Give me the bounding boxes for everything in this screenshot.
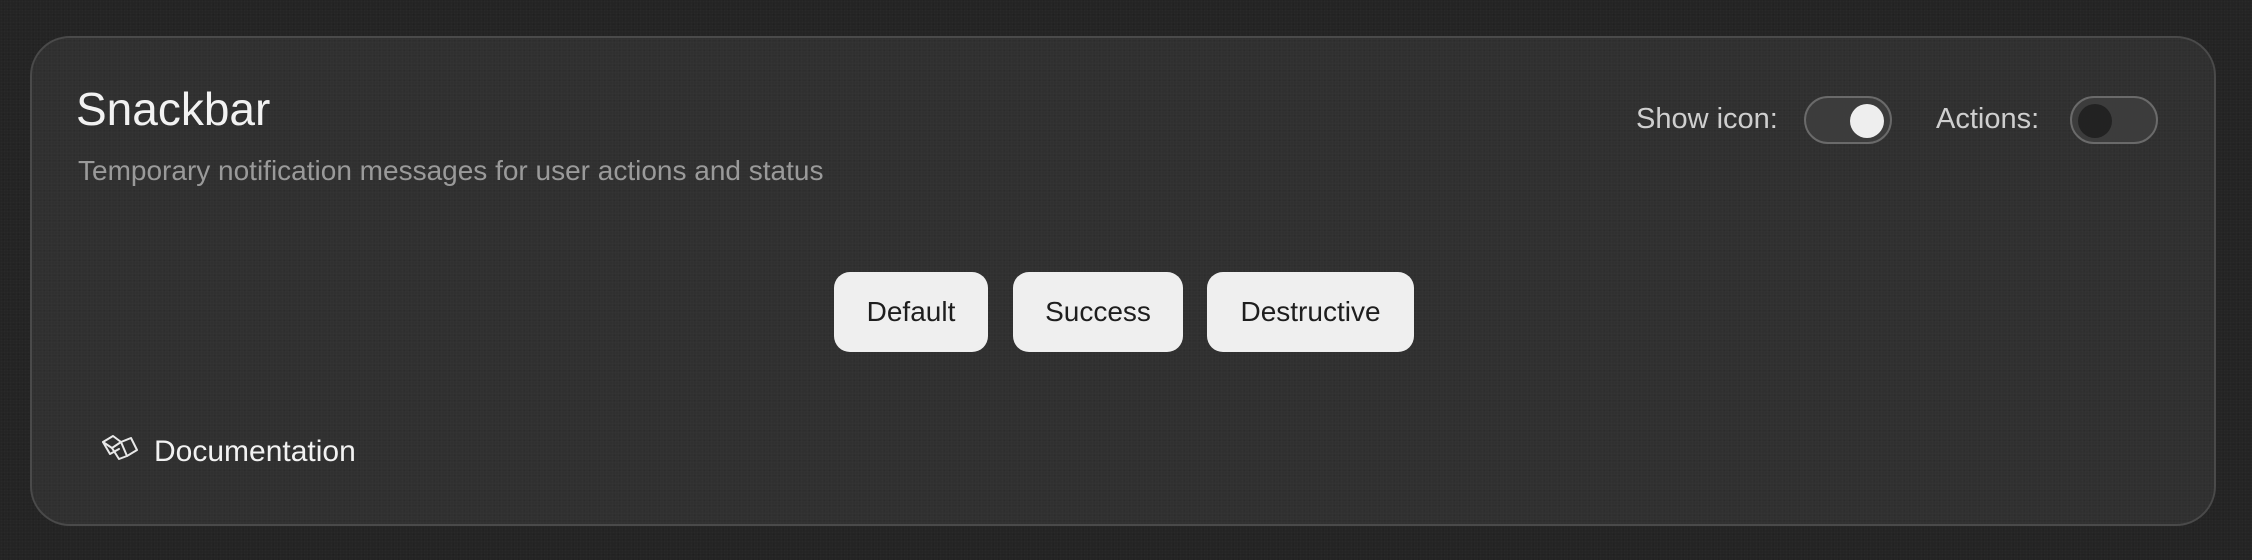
card-title: Snackbar: [76, 83, 271, 135]
show-icon-label: Show icon:: [1636, 103, 1778, 135]
show-icon-toggle[interactable]: [1804, 96, 1892, 144]
default-snackbar-button[interactable]: Default: [834, 272, 988, 352]
book-open-icon: [100, 428, 140, 476]
actions-label: Actions:: [1936, 103, 2040, 135]
toggle-knob: [2078, 104, 2112, 138]
destructive-snackbar-button[interactable]: Destructive: [1207, 272, 1414, 352]
success-snackbar-button[interactable]: Success: [1013, 272, 1183, 352]
documentation-link[interactable]: Documentation: [100, 428, 356, 476]
card-subtitle: Temporary notification messages for user…: [78, 155, 824, 186]
toggle-knob: [1850, 104, 1884, 138]
documentation-label: Documentation: [154, 435, 356, 468]
actions-toggle[interactable]: [2070, 96, 2158, 144]
